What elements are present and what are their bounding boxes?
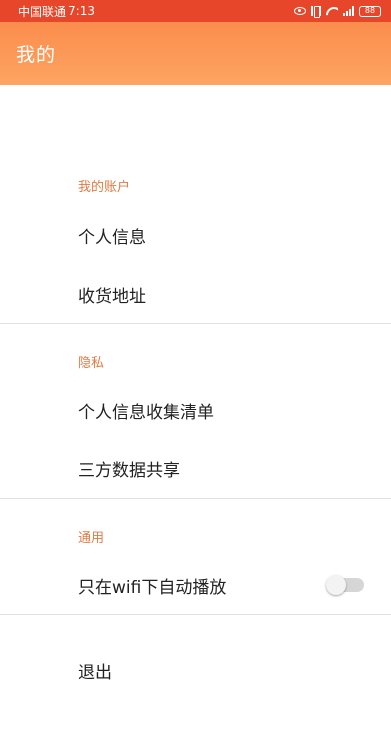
wifi-autoplay-toggle[interactable] [326, 575, 364, 595]
section-divider [0, 614, 391, 615]
signal-icon [343, 6, 354, 16]
menu-item-shipping-address[interactable]: 收货地址 [0, 272, 391, 316]
eye-icon [294, 7, 306, 15]
section-divider [0, 498, 391, 499]
toggle-knob [326, 575, 346, 595]
section-header-account: 我的账户 [78, 180, 131, 195]
clock: 7:13 [68, 4, 95, 18]
menu-item-personal-info[interactable]: 个人信息 [0, 213, 391, 257]
battery-icon: 88 [359, 5, 381, 17]
status-left: 中国联通 7:13 [18, 3, 95, 20]
status-bar: 中国联通 7:13 88 [0, 0, 391, 22]
wifi-icon [326, 7, 338, 16]
wifi-autoplay-label: 只在wifi下自动播放 [78, 577, 227, 598]
page-title: 我的 [16, 44, 57, 66]
section-divider [0, 323, 391, 324]
vibrate-icon [311, 6, 321, 18]
app-bar: 我的 [0, 22, 391, 85]
section-header-privacy: 隐私 [78, 356, 105, 371]
section-header-general: 通用 [78, 531, 105, 546]
logout-button[interactable]: 退出 [0, 648, 391, 692]
menu-item-data-collection-list[interactable]: 个人信息收集清单 [0, 388, 391, 432]
carrier-label: 中国联通 [18, 4, 67, 19]
menu-item-third-party-sharing[interactable]: 三方数据共享 [0, 446, 391, 490]
status-icons: 88 [294, 5, 381, 18]
